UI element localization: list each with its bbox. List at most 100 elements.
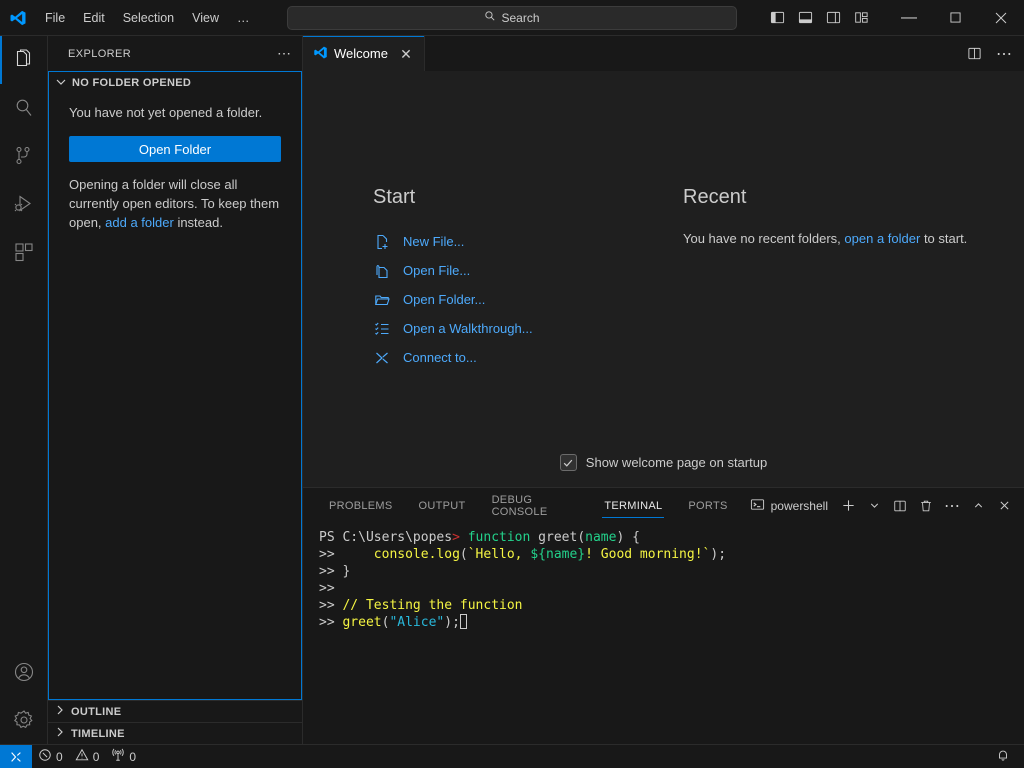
activitybar-item-explorer[interactable] <box>0 36 48 84</box>
add-a-folder-link[interactable]: add a folder <box>105 215 174 230</box>
activitybar-item-extensions[interactable] <box>0 228 48 276</box>
tab-label: Welcome <box>334 46 388 61</box>
vscode-logo-icon <box>313 45 328 63</box>
panel-tab-problems[interactable]: PROBLEMS <box>319 488 403 523</box>
search-icon <box>484 10 496 25</box>
walkthrough-icon <box>373 321 391 337</box>
ellipsis-icon[interactable]: ⋯ <box>992 42 1016 66</box>
terminal-segment: "Alice" <box>389 615 445 630</box>
activitybar-item-source-control[interactable] <box>0 132 48 180</box>
terminal-segment: PS C:\Users\popes <box>319 530 453 545</box>
recent-suffix: to start. <box>920 231 968 246</box>
open-folder-button[interactable]: Open Folder <box>69 136 281 163</box>
activitybar-item-search[interactable] <box>0 84 48 132</box>
start-item-open-folder[interactable]: Open Folder... <box>373 285 683 314</box>
menu-view[interactable]: View <box>184 7 227 29</box>
terminal-shell-selector[interactable]: powershell <box>744 495 834 517</box>
menu-bar: File Edit Selection View … <box>36 0 259 36</box>
start-item-open-file[interactable]: Open File... <box>373 256 683 285</box>
panel-tab-debug-console[interactable]: DEBUG CONSOLE <box>482 488 589 523</box>
status-warnings[interactable]: 0 <box>69 745 106 768</box>
terminal-segment: > <box>452 530 460 545</box>
terminal-segment: greet <box>342 615 382 630</box>
menu-more[interactable]: … <box>229 7 258 29</box>
activitybar-item-run-and-debug[interactable] <box>0 180 48 228</box>
status-ports[interactable]: 0 <box>105 745 142 768</box>
new-file-icon <box>373 234 391 250</box>
welcome-columns: Start New File... Open File... Open Fold… <box>303 71 1024 372</box>
terminal-segment: >> <box>319 615 343 630</box>
search-input[interactable]: Search <box>287 5 737 30</box>
section-header-no-folder[interactable]: NO FOLDER OPENED <box>49 72 301 94</box>
toggle-secondary-sidebar-icon[interactable] <box>820 5 846 31</box>
terminal-output[interactable]: PS C:\Users\popes> function greet(name) … <box>303 523 1024 744</box>
recent-heading: Recent <box>683 186 747 208</box>
timeline-label: TIMELINE <box>71 727 125 740</box>
start-item-new-file[interactable]: New File... <box>373 227 683 256</box>
startup-checkbox[interactable] <box>559 454 577 471</box>
sidebar-section-timeline[interactable]: TIMELINE <box>48 722 302 744</box>
chevron-up-icon[interactable] <box>966 495 990 517</box>
terminal-line: >> console.log(`Hello, ${name}! Good mor… <box>319 546 1024 563</box>
panel-tab-ports[interactable]: PORTS <box>678 488 737 523</box>
start-item-label: New File... <box>403 234 465 249</box>
open-a-folder-link[interactable]: open a folder <box>844 231 920 246</box>
terminal-line: >> // Testing the function <box>319 597 1024 614</box>
terminal-line: >> greet("Alice"); <box>319 614 1024 631</box>
menu-file[interactable]: File <box>37 7 73 29</box>
start-item-open-walkthrough[interactable]: Open a Walkthrough... <box>373 314 683 343</box>
layout-toggle-group <box>764 5 874 31</box>
plus-icon[interactable] <box>836 495 860 517</box>
terminal-segment: console.log <box>373 547 460 562</box>
activitybar-bottom-group <box>0 648 48 744</box>
terminal-segment: name <box>585 530 617 545</box>
recent-empty-message: You have no recent folders, open a folde… <box>683 227 983 251</box>
maximize-button[interactable] <box>932 0 978 36</box>
menu-selection[interactable]: Selection <box>115 7 182 29</box>
no-folder-opened-section: NO FOLDER OPENED You have not yet opened… <box>48 71 302 700</box>
notifications-bell[interactable] <box>990 745 1016 768</box>
remote-indicator[interactable] <box>0 744 32 768</box>
terminal-segment: ); <box>444 615 460 630</box>
activitybar-item-accounts[interactable] <box>0 648 48 696</box>
vscode-window: File Edit Selection View … Search — EXPL… <box>0 0 1024 768</box>
tab-welcome[interactable]: Welcome ✕ <box>303 36 425 71</box>
close-icon[interactable] <box>992 495 1016 517</box>
start-item-label: Open Folder... <box>403 292 486 307</box>
title-bar: File Edit Selection View … Search — <box>0 0 1024 36</box>
no-folder-message: You have not yet opened a folder. <box>69 105 263 120</box>
trash-icon[interactable] <box>914 495 938 517</box>
activitybar-item-settings[interactable] <box>0 696 48 744</box>
ellipsis-icon[interactable]: ⋯ <box>277 45 292 62</box>
panel-tab-terminal[interactable]: TERMINAL <box>594 488 672 523</box>
close-window-button[interactable] <box>978 0 1024 36</box>
sidebar-section-outline[interactable]: OUTLINE <box>48 700 302 722</box>
ellipsis-icon[interactable]: ⋯ <box>940 495 964 517</box>
toggle-panel-icon[interactable] <box>792 5 818 31</box>
recent-prefix: You have no recent folders, <box>683 231 845 246</box>
chevron-down-icon[interactable] <box>862 495 886 517</box>
terminal-segment: `Hello, <box>467 547 531 562</box>
minimize-button[interactable]: — <box>886 0 932 36</box>
sidebar-title: EXPLORER <box>68 47 132 60</box>
editor-area: Welcome ✕ ⋯ Start New File... Open File.… <box>303 36 1024 744</box>
startup-checkbox-label: Show welcome page on startup <box>585 455 768 470</box>
terminal-segment: >> <box>319 598 343 613</box>
split-icon[interactable] <box>888 495 912 517</box>
toggle-primary-sidebar-icon[interactable] <box>764 5 790 31</box>
start-item-connect-to[interactable]: Connect to... <box>373 343 683 372</box>
editor-tabs: Welcome ✕ ⋯ <box>303 36 1024 71</box>
customize-layout-icon[interactable] <box>848 5 874 31</box>
status-errors[interactable]: 0 <box>32 745 69 768</box>
welcome-page: Start New File... Open File... Open Fold… <box>303 71 1024 487</box>
menu-edit[interactable]: Edit <box>75 7 113 29</box>
panel-tab-output[interactable]: OUTPUT <box>409 488 476 523</box>
split-editor-icon[interactable] <box>962 42 986 66</box>
bottom-panel: PROBLEMS OUTPUT DEBUG CONSOLE TERMINAL P… <box>303 487 1024 744</box>
terminal-icon <box>750 497 765 515</box>
chevron-right-icon <box>52 724 68 743</box>
terminal-segment: ); <box>710 547 727 562</box>
panel-header: PROBLEMS OUTPUT DEBUG CONSOLE TERMINAL P… <box>303 488 1024 523</box>
terminal-segment: ! Good morning!` <box>585 547 711 562</box>
close-icon[interactable]: ✕ <box>398 47 414 61</box>
